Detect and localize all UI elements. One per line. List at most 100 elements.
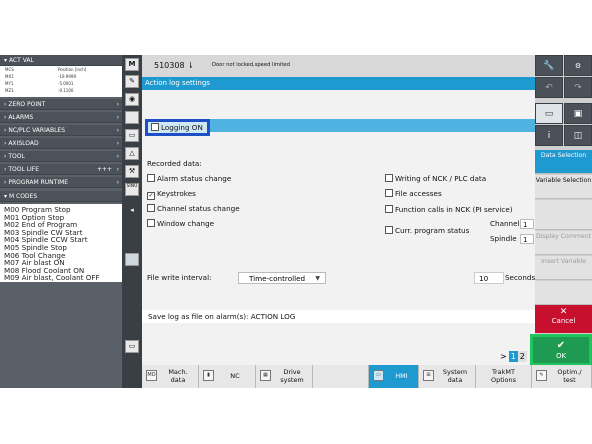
- writing-nck-plc-checkbox[interactable]: Writing of NCK / PLC data: [385, 174, 486, 183]
- data-selection-softkey[interactable]: Data Selection: [535, 150, 592, 174]
- expand-arrow-icon: ›: [4, 153, 7, 160]
- drive-icon: ▦: [260, 370, 271, 381]
- machine-mode-icon[interactable]: M: [125, 58, 139, 71]
- redo-icon[interactable]: ↷: [564, 77, 592, 98]
- edit-icon[interactable]: ✎: [125, 75, 139, 88]
- page-2-button[interactable]: 2: [517, 351, 527, 362]
- cancel-button[interactable]: ✕ Cancel: [535, 305, 592, 333]
- hmi-icon: ▭: [373, 370, 384, 381]
- checkbox-icon: [147, 174, 155, 182]
- channel-status-change-checkbox[interactable]: Channel status change: [147, 204, 240, 213]
- window-icon[interactable]: ▭: [125, 129, 139, 142]
- collapse-arrow-icon: ▾: [4, 193, 8, 200]
- nc-softkey[interactable]: ▮ NC: [199, 365, 256, 388]
- trakmt-options-softkey[interactable]: TrakMT Options: [476, 365, 532, 388]
- optim-test-softkey[interactable]: ✎ Optim./ test: [532, 365, 592, 388]
- mach-data-softkey[interactable]: MD Mach. data: [142, 365, 199, 388]
- hmi-softkey[interactable]: ▭ HMI: [369, 365, 419, 388]
- menu-item-m-codes[interactable]: ▾ M CODES: [0, 191, 122, 202]
- window-change-checkbox[interactable]: Window change: [147, 219, 214, 228]
- blank-icon[interactable]: [125, 111, 139, 124]
- function-calls-checkbox[interactable]: Function calls in NCK (PI service): [385, 205, 513, 214]
- spindle-label: Spindle: [490, 234, 517, 243]
- checkmark-icon: ✔: [556, 340, 566, 351]
- left-panel: ▾ ACT VAL MCS Position [inch] MX1 -19.99…: [0, 55, 122, 388]
- expand-arrow-icon: ›: [4, 127, 7, 134]
- menu-item-tool[interactable]: › TOOL ›: [0, 151, 122, 162]
- display-icon[interactable]: ▣: [564, 103, 592, 124]
- channel-input[interactable]: 1: [520, 219, 534, 229]
- file-write-interval-label: File write interval:: [147, 273, 212, 282]
- spindle-input[interactable]: 1: [520, 234, 534, 244]
- expand-arrow-icon: ›: [4, 179, 7, 186]
- empty-softkey[interactable]: [535, 200, 592, 230]
- wrench-icon[interactable]: ⚒: [125, 165, 139, 178]
- reset-icon: ⇂: [187, 61, 194, 70]
- panel-toggle-icon[interactable]: [125, 253, 139, 266]
- machine-data-icon: MD: [146, 370, 157, 381]
- actval-table: MCS Position [inch] MX1 -19.9999 MY1 -5.…: [0, 66, 122, 97]
- chevron-right-icon: ›: [116, 127, 119, 134]
- keyboard-icon[interactable]: ▭: [125, 340, 139, 353]
- status-bar: 510308 ⇂ Door not locked,speed limited: [142, 55, 535, 77]
- checkbox-icon: [385, 226, 393, 234]
- actval-axis: MX1: [5, 74, 14, 79]
- page-1-button[interactable]: 1: [508, 351, 518, 362]
- main-area: 510308 ⇂ Door not locked,speed limited A…: [142, 55, 535, 388]
- menu-item-axisload[interactable]: › AXISLOAD ›: [0, 138, 122, 149]
- camera-icon[interactable]: ◫: [564, 125, 592, 146]
- menu-item-zero-point[interactable]: › ZERO POINT ›: [0, 99, 122, 110]
- menu-item-tool-life[interactable]: › TOOL LIFE +++ ›: [0, 164, 122, 175]
- logging-row-highlight: [204, 119, 535, 132]
- dropdown-arrow-icon: ▼: [315, 275, 320, 282]
- display-comment-softkey[interactable]: Display Comment: [535, 231, 592, 255]
- tree-icon: ⊞: [423, 370, 434, 381]
- program-number: 510308 ⇂: [154, 61, 194, 70]
- next-page-arrow[interactable]: >: [498, 351, 509, 362]
- save-log-on-alarm-row[interactable]: Save log as file on alarm(s): ACTION LOG: [142, 310, 535, 323]
- vertical-toolbar: M ✎ ◉ ▭ △ ⚒ SINU ◂ ▭: [122, 55, 142, 388]
- expand-arrow-icon: ›: [4, 140, 7, 147]
- status-text: Door not locked,speed limited: [212, 62, 290, 68]
- left-panel-empty-area: [0, 282, 122, 388]
- info-icon[interactable]: i: [535, 125, 563, 146]
- curr-program-status-checkbox[interactable]: Curr. program status: [385, 226, 469, 235]
- screen-icon[interactable]: ▭: [535, 103, 563, 124]
- system-data-softkey[interactable]: ⊞ System data: [419, 365, 476, 388]
- logging-on-checkbox[interactable]: Logging ON: [145, 119, 210, 136]
- menu-item-alarms[interactable]: › ALARMS ›: [0, 112, 122, 123]
- collapse-left-icon[interactable]: ◂: [125, 205, 139, 219]
- expand-arrow-icon: ›: [4, 166, 7, 173]
- chevron-right-icon: ›: [116, 101, 119, 108]
- expand-arrow-icon: ›: [4, 114, 7, 121]
- chevron-right-icon: ›: [116, 114, 119, 121]
- sinumerik-icon[interactable]: SINU: [125, 183, 139, 196]
- triangle-icon[interactable]: △: [125, 147, 139, 160]
- variable-selection-softkey[interactable]: Variable Selection: [535, 175, 592, 199]
- menu-item-nc-plc-variables[interactable]: › NC/PLC VARIABLES ›: [0, 125, 122, 136]
- actval-header[interactable]: ▾ ACT VAL: [0, 55, 122, 66]
- recorded-data-label: Recorded data:: [147, 159, 202, 168]
- alarm-status-change-checkbox[interactable]: Alarm status change: [147, 174, 231, 183]
- file-write-interval-select[interactable]: Time-controlled ▼: [238, 272, 326, 284]
- settings-icon[interactable]: ⚙: [564, 55, 592, 76]
- empty-softkey[interactable]: [535, 281, 592, 305]
- wrench-icon[interactable]: 🔧: [535, 55, 563, 76]
- jog-icon[interactable]: ◉: [125, 93, 139, 106]
- undo-icon[interactable]: ↶: [535, 77, 563, 98]
- expand-arrow-icon: ›: [4, 101, 7, 108]
- checkbox-icon: [385, 205, 393, 213]
- collapse-arrow-icon: ▾: [4, 57, 8, 64]
- actval-value: -19.9999: [58, 74, 76, 79]
- menu-item-program-runtime[interactable]: › PROGRAM RUNTIME ›: [0, 177, 122, 188]
- actval-value: -5.0001: [58, 81, 74, 86]
- checkbox-icon: [151, 123, 159, 131]
- drive-system-softkey[interactable]: ▦ Drive system: [256, 365, 313, 388]
- interval-seconds-input[interactable]: 10: [474, 272, 504, 284]
- empty-softkey[interactable]: [313, 365, 369, 388]
- keystrokes-checkbox[interactable]: ✓ Keystrokes: [147, 189, 196, 200]
- right-softkeys: 🔧 ⚙ ↶ ↷ ▭ ▣ i ◫ Data Selection Variable …: [530, 55, 592, 388]
- file-accesses-checkbox[interactable]: File accesses: [385, 189, 442, 198]
- ok-button[interactable]: ✔ OK: [530, 334, 592, 366]
- insert-variable-softkey[interactable]: Insert Variable: [535, 256, 592, 280]
